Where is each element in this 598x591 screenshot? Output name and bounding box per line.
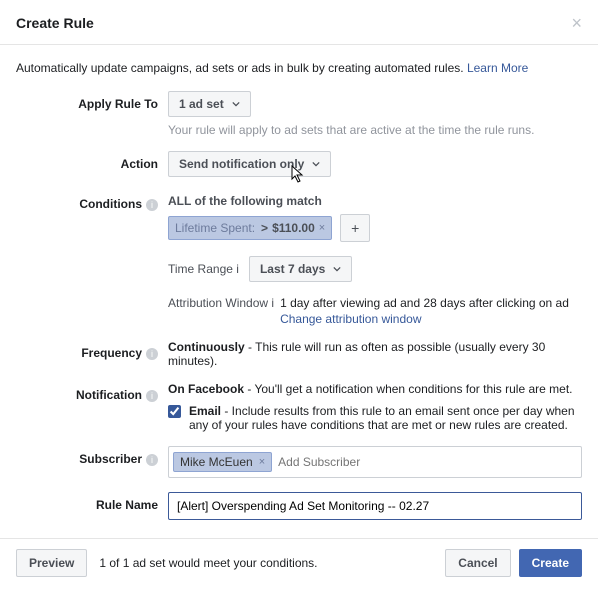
info-icon[interactable]: i <box>146 199 158 211</box>
attribution-row: Attribution Window i 1 day after viewing… <box>168 296 582 326</box>
create-button[interactable]: Create <box>519 549 582 577</box>
time-range-value: Last 7 days <box>260 262 325 276</box>
apply-rule-to-hint: Your rule will apply to ad sets that are… <box>168 123 582 137</box>
condition-op: > <box>261 221 268 235</box>
label-action: Action <box>16 151 168 171</box>
preview-button[interactable]: Preview <box>16 549 87 577</box>
label-rule-name: Rule Name <box>16 492 168 512</box>
footer-status: 1 of 1 ad set would meet your conditions… <box>99 556 445 570</box>
learn-more-link[interactable]: Learn More <box>467 61 528 75</box>
attribution-text: 1 day after viewing ad and 28 days after… <box>280 296 569 310</box>
condition-field: Lifetime Spent: <box>175 221 255 235</box>
intro-copy: Automatically update campaigns, ad sets … <box>16 61 464 75</box>
info-icon[interactable]: i <box>236 262 239 276</box>
row-frequency: Frequencyi Continuously - This rule will… <box>16 340 582 368</box>
row-conditions: Conditionsi ALL of the following match L… <box>16 191 582 326</box>
time-range-label: Time Range i <box>168 262 239 276</box>
label-subscriber: Subscriberi <box>16 446 168 466</box>
remove-condition-icon[interactable]: × <box>319 222 325 234</box>
subscriber-input[interactable] <box>276 452 577 472</box>
create-rule-modal: Create Rule × Automatically update campa… <box>0 0 598 587</box>
label-apply-rule-to: Apply Rule To <box>16 91 168 111</box>
label-conditions: Conditionsi <box>16 191 168 211</box>
modal-header: Create Rule × <box>0 0 598 45</box>
caret-down-icon <box>232 100 240 108</box>
apply-rule-to-value: 1 ad set <box>179 97 224 111</box>
label-frequency: Frequencyi <box>16 340 168 360</box>
notification-email-row: Email - Include results from this rule t… <box>168 404 582 432</box>
apply-rule-to-dropdown[interactable]: 1 ad set <box>168 91 251 117</box>
change-attribution-link[interactable]: Change attribution window <box>280 312 569 326</box>
email-checkbox[interactable] <box>168 405 181 418</box>
row-subscriber: Subscriberi Mike McEuen × <box>16 446 582 478</box>
info-icon[interactable]: i <box>271 296 274 310</box>
caret-down-icon <box>333 265 341 273</box>
info-icon[interactable]: i <box>146 454 158 466</box>
row-action: Action Send notification only <box>16 151 582 177</box>
time-range-row: Time Range i Last 7 days <box>168 256 582 282</box>
row-rule-name: Rule Name <box>16 492 582 520</box>
intro-text: Automatically update campaigns, ad sets … <box>16 61 582 75</box>
caret-down-icon <box>312 160 320 168</box>
action-value: Send notification only <box>179 157 304 171</box>
modal-body: Automatically update campaigns, ad sets … <box>0 45 598 538</box>
action-dropdown[interactable]: Send notification only <box>168 151 331 177</box>
attribution-label: Attribution Window i <box>168 296 274 310</box>
subscriber-input-wrap[interactable]: Mike McEuen × <box>168 446 582 478</box>
add-condition-button[interactable]: + <box>340 214 370 242</box>
rule-name-input[interactable] <box>168 492 582 520</box>
info-icon[interactable]: i <box>146 390 158 402</box>
close-icon[interactable]: × <box>571 14 582 32</box>
label-notification: Notificationi <box>16 382 168 402</box>
condition-value: $110.00 <box>272 221 315 235</box>
row-notification: Notificationi On Facebook - You'll get a… <box>16 382 582 432</box>
conditions-match-text: ALL of the following match <box>168 191 582 208</box>
row-apply-rule-to: Apply Rule To 1 ad set Your rule will ap… <box>16 91 582 137</box>
subscriber-token[interactable]: Mike McEuen × <box>173 452 272 472</box>
notification-facebook-text: On Facebook - You'll get a notification … <box>168 382 582 396</box>
info-icon[interactable]: i <box>146 348 158 360</box>
remove-subscriber-icon[interactable]: × <box>259 456 265 468</box>
frequency-text: Continuously - This rule will run as oft… <box>168 340 582 368</box>
condition-chip[interactable]: Lifetime Spent: > $110.00 × <box>168 216 332 240</box>
modal-title: Create Rule <box>16 15 94 31</box>
notification-email-text: Email - Include results from this rule t… <box>189 404 582 432</box>
time-range-dropdown[interactable]: Last 7 days <box>249 256 352 282</box>
modal-footer: Preview 1 of 1 ad set would meet your co… <box>0 538 598 587</box>
cancel-button[interactable]: Cancel <box>445 549 510 577</box>
